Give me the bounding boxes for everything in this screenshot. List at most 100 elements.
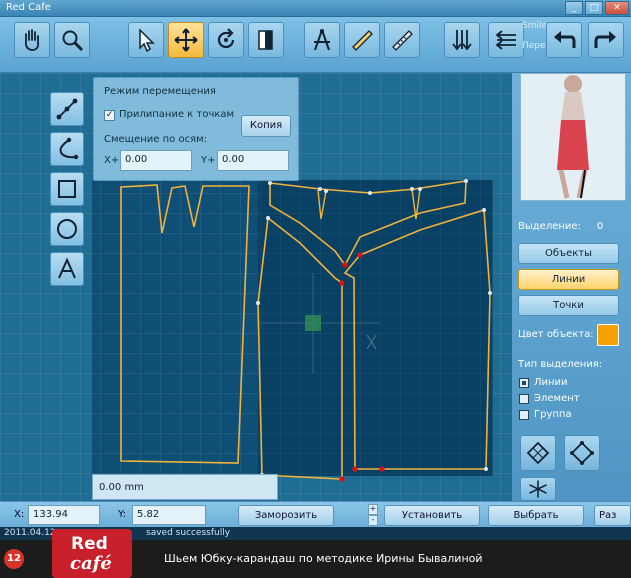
diamond-nodes-icon — [526, 441, 550, 465]
rectangle-tool-button[interactable] — [50, 172, 84, 206]
toolbar-faint-text-2: Пере — [522, 41, 546, 51]
intersect-icon — [529, 480, 547, 498]
selection-label: Выделение: 0 — [518, 221, 603, 232]
diamond-outline-icon — [570, 441, 594, 465]
move-mode-title: Режим перемещения — [104, 86, 216, 97]
split-down-icon — [452, 30, 472, 51]
decrement-button[interactable]: - — [368, 515, 378, 526]
move-mode-panel: Режим перемещения ✓ Прилипание к точкам … — [93, 77, 299, 181]
hand-icon — [24, 29, 40, 51]
origin-marker — [305, 315, 321, 331]
circle-icon — [57, 219, 77, 239]
minimize-button[interactable]: _ — [565, 1, 583, 15]
object-color-label: Цвет объекта: — [518, 329, 594, 340]
mirror-icon — [258, 30, 273, 50]
points-button[interactable]: Точки — [518, 295, 619, 316]
mannequin-image — [521, 74, 625, 200]
radio-element[interactable] — [519, 394, 529, 404]
banner-caption: Шьем Юбку-карандаш по методике Ирины Быв… — [164, 552, 483, 565]
curve-tool-button[interactable] — [50, 132, 84, 166]
undo-button[interactable] — [546, 22, 582, 58]
radio-lines[interactable] — [519, 378, 529, 388]
redcafe-logo: Red café — [52, 529, 132, 578]
x-offset-input[interactable]: 0.00 — [120, 150, 192, 171]
select-button[interactable]: Выбрать — [488, 505, 584, 526]
arrow-select-icon — [139, 28, 155, 53]
log-message: saved successfully — [146, 528, 231, 538]
object-color-swatch[interactable] — [597, 324, 619, 346]
zoom-icon — [62, 30, 84, 52]
page-number-badge: 12 — [4, 549, 24, 569]
circle-tool-button[interactable] — [50, 212, 84, 246]
main-toolbar: Smile ru Пере — [0, 17, 631, 73]
model-preview — [520, 73, 626, 201]
x-coord-label: X: — [14, 509, 25, 520]
undo-icon — [554, 31, 576, 48]
line-points-tool-button[interactable] — [50, 92, 84, 126]
selection-area — [258, 180, 493, 476]
snap-to-points-checkbox[interactable]: ✓ — [104, 110, 115, 121]
split-left-icon — [495, 30, 516, 50]
rotate-tool-button[interactable] — [208, 22, 244, 58]
y-offset-input[interactable]: 0.00 — [217, 150, 289, 171]
curve-icon — [59, 137, 79, 160]
copy-button[interactable]: Копия — [241, 115, 291, 137]
increment-button[interactable]: + — [368, 504, 378, 515]
select-type-label: Тип выделения: — [518, 359, 603, 370]
mirror-tool-button[interactable] — [248, 22, 284, 58]
logo-red: Red — [71, 534, 108, 554]
ruler-scale-tool-button[interactable] — [384, 22, 420, 58]
compass-icon — [314, 29, 330, 51]
freeze-button[interactable]: Заморозить — [238, 505, 334, 526]
logo-cafe: café — [70, 553, 112, 574]
radio-lines-label: Линии — [534, 377, 568, 388]
zoom-tool-button[interactable] — [54, 22, 90, 58]
rotate-icon — [217, 28, 235, 49]
extra-button[interactable]: Раз — [594, 505, 631, 526]
x-coord-field[interactable]: 133.94 — [28, 505, 100, 525]
y-offset-label: Y+ — [201, 155, 216, 166]
right-panel: Выделение: 0 Объекты Линии Точки Цвет об… — [512, 73, 631, 501]
x-offset-label: X+ — [104, 155, 120, 166]
compass-tool-button[interactable] — [304, 22, 340, 58]
step-stepper[interactable]: + - — [368, 504, 378, 526]
select-outline-button[interactable] — [564, 435, 600, 471]
move-tool-button[interactable] — [168, 22, 204, 58]
set-button[interactable]: Установить — [384, 505, 480, 526]
selection-label-text: Выделение: — [518, 221, 581, 232]
y-coord-field[interactable]: 5.82 — [132, 505, 206, 525]
drawing-canvas[interactable]: Режим перемещения ✓ Прилипание к точкам … — [0, 73, 512, 501]
window-title: Red Cafe — [6, 2, 51, 13]
left-toolbox — [50, 92, 88, 292]
ruler-scale-icon — [392, 30, 413, 51]
measure-field[interactable]: 0.00 mm — [92, 474, 278, 500]
move-icon — [174, 28, 198, 52]
close-button[interactable]: ✕ — [605, 1, 629, 15]
split-left-tool-button[interactable] — [488, 22, 524, 58]
intersect-button[interactable] — [520, 477, 556, 501]
offset-label: Смещение по осям: — [104, 134, 207, 145]
rectangle-icon — [58, 180, 76, 198]
radio-group-label: Группа — [534, 409, 572, 420]
title-bar: Red Cafe _ □ ✕ — [0, 0, 631, 17]
log-date: 2011.04.12 — [4, 528, 56, 538]
redo-icon — [594, 31, 616, 48]
status-bar: X: 133.94 Y: 5.82 Заморозить + - Установ… — [0, 501, 631, 527]
ruler-tool-button[interactable] — [344, 22, 380, 58]
lines-button[interactable]: Линии — [518, 269, 619, 290]
radio-group[interactable] — [519, 410, 529, 420]
redo-button[interactable] — [588, 22, 624, 58]
y-coord-label: Y: — [118, 509, 127, 520]
ruler-icon — [352, 30, 373, 51]
objects-button[interactable]: Объекты — [518, 243, 619, 264]
text-tool-button[interactable] — [50, 252, 84, 286]
split-down-tool-button[interactable] — [444, 22, 480, 58]
line-points-icon — [56, 98, 78, 120]
front-panel-outline[interactable] — [120, 184, 250, 464]
text-icon — [58, 257, 76, 279]
select-shape-button[interactable] — [520, 435, 556, 471]
select-tool-button[interactable] — [128, 22, 164, 58]
radio-element-label: Элемент — [534, 393, 580, 404]
maximize-button[interactable]: □ — [585, 1, 603, 15]
hand-tool-button[interactable] — [14, 22, 50, 58]
